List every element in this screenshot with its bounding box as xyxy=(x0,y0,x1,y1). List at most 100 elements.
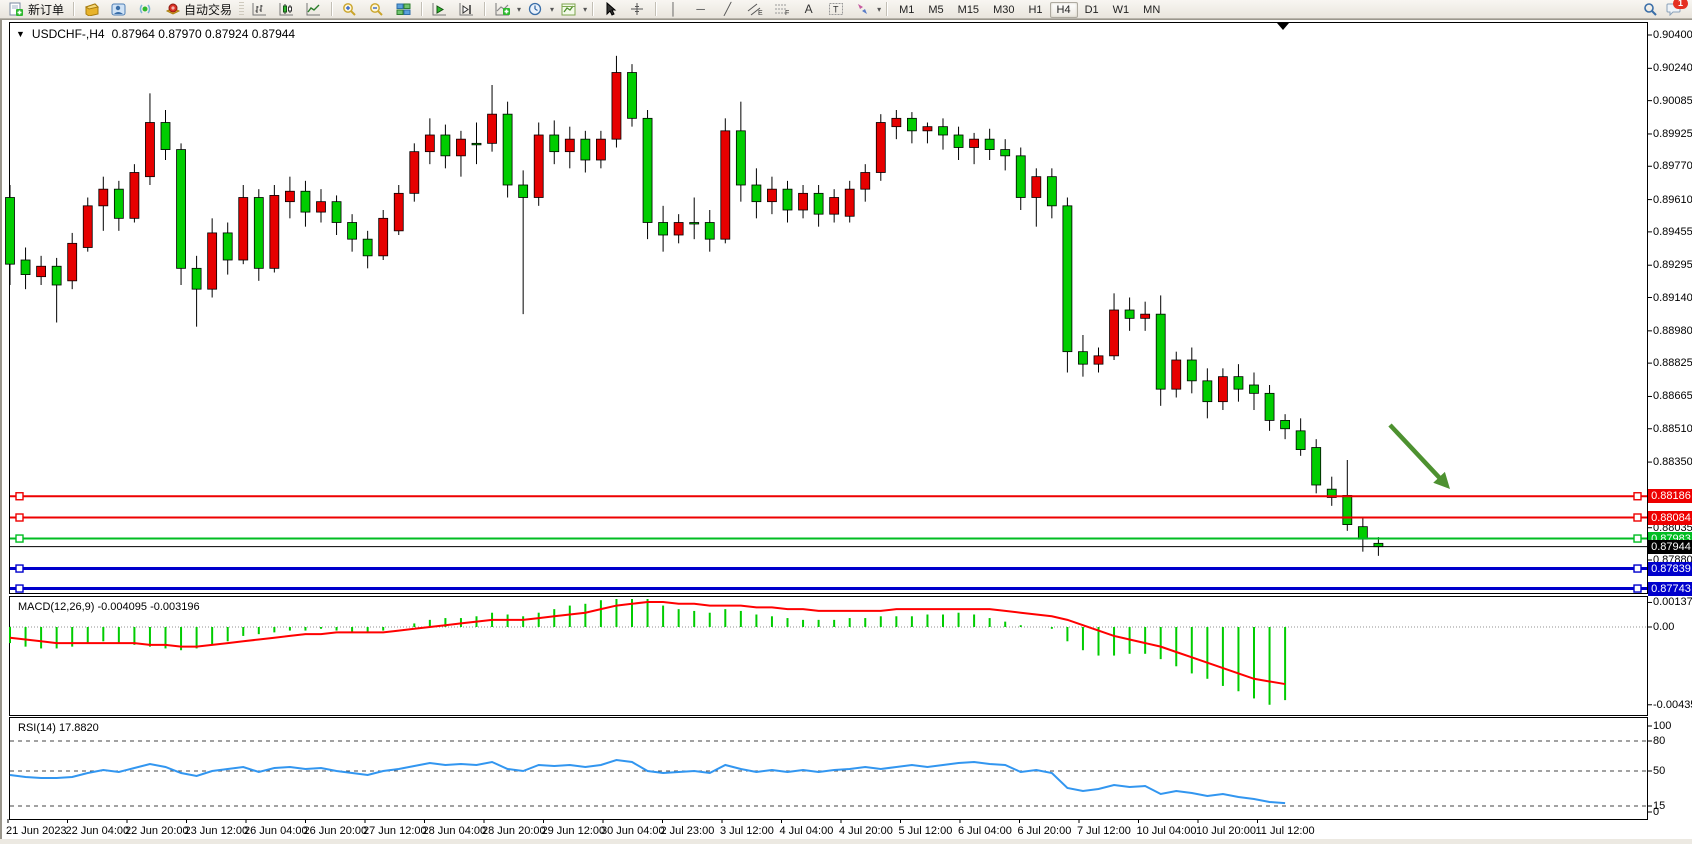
candle xyxy=(534,135,543,198)
time-tick-label: 28 Jun 04:00 xyxy=(423,825,487,837)
time-tick-label: 22 Jun 04:00 xyxy=(66,825,130,837)
candle xyxy=(814,193,823,214)
candle xyxy=(192,268,201,289)
collapse-icon[interactable]: ▼ xyxy=(16,29,25,39)
candle xyxy=(83,206,92,248)
label-tool-icon[interactable]: T xyxy=(823,1,848,18)
candle xyxy=(1281,420,1290,428)
time-tick-label: 26 Jun 04:00 xyxy=(244,825,308,837)
candle xyxy=(581,139,590,160)
candle xyxy=(1063,206,1072,352)
candle xyxy=(1172,360,1181,389)
periods-dropdown-icon[interactable]: ▾ xyxy=(550,5,554,14)
candle xyxy=(1125,310,1134,318)
svg-text:E: E xyxy=(758,10,763,16)
market-watch-icon[interactable] xyxy=(79,1,104,18)
toolbar-grip xyxy=(239,2,244,16)
candle xyxy=(161,123,170,150)
channel-tool-icon[interactable]: E xyxy=(742,1,767,18)
crosshair-tool-icon[interactable] xyxy=(625,1,650,18)
candle xyxy=(565,139,574,152)
arrows-dropdown-icon[interactable]: ▾ xyxy=(877,5,881,14)
timeframe-mn[interactable]: MN xyxy=(1136,2,1167,18)
candle xyxy=(752,185,761,202)
indicators-dropdown-icon[interactable]: ▾ xyxy=(517,5,521,14)
arrows-tool-icon[interactable] xyxy=(850,1,875,18)
timeframe-m15[interactable]: M15 xyxy=(951,2,986,18)
vertical-line-tool-icon[interactable]: │ xyxy=(661,1,686,18)
chart-canvas[interactable] xyxy=(2,20,1692,840)
timeframe-m5[interactable]: M5 xyxy=(921,2,950,18)
candle-chart-type-icon[interactable] xyxy=(274,1,299,18)
chat-icon[interactable]: 1 xyxy=(1665,2,1682,17)
search-icon[interactable] xyxy=(1642,2,1659,17)
candle xyxy=(223,233,232,260)
zoom-in-icon[interactable] xyxy=(337,1,362,18)
time-tick-label: 27 Jun 12:00 xyxy=(363,825,427,837)
time-tick-label: 4 Jul 20:00 xyxy=(839,825,893,837)
candle xyxy=(1156,314,1165,389)
time-tick-label: 29 Jun 12:00 xyxy=(542,825,606,837)
price-tick: 0.88825 xyxy=(1653,357,1692,370)
indicators-icon[interactable] xyxy=(490,1,515,18)
timeframe-h1[interactable]: H1 xyxy=(1021,2,1049,18)
candle xyxy=(1203,381,1212,402)
new-order-button[interactable]: 新订单 xyxy=(4,0,68,18)
candle xyxy=(643,118,652,222)
candle xyxy=(394,193,403,231)
auto-scroll-icon[interactable] xyxy=(427,1,452,18)
svg-text:F: F xyxy=(785,10,789,16)
price-tick: 0.89925 xyxy=(1653,128,1692,141)
trendline-tool-icon[interactable]: ╱ xyxy=(715,1,740,18)
candle xyxy=(845,189,854,216)
periods-clock-icon[interactable] xyxy=(523,1,548,18)
candle xyxy=(907,118,916,131)
price-tick: 0.90085 xyxy=(1653,95,1692,108)
separator xyxy=(481,2,488,16)
horizontal-line-tool-icon[interactable]: ─ xyxy=(688,1,713,18)
chat-badge: 1 xyxy=(1673,0,1688,9)
tile-windows-icon[interactable] xyxy=(391,1,416,18)
autotrading-button[interactable]: 自动交易 xyxy=(160,0,236,18)
timeframe-m30[interactable]: M30 xyxy=(986,2,1021,18)
candle xyxy=(6,198,15,265)
candle xyxy=(970,139,979,147)
separator xyxy=(328,2,335,16)
strategy-tester-icon[interactable] xyxy=(133,1,158,18)
candle xyxy=(472,143,481,145)
cursor-tool-icon[interactable] xyxy=(598,1,623,18)
separator xyxy=(418,2,425,16)
zoom-out-icon[interactable] xyxy=(364,1,389,18)
separator xyxy=(70,2,77,16)
timeframe-w1[interactable]: W1 xyxy=(1106,2,1137,18)
chart-shift-icon[interactable] xyxy=(454,1,479,18)
candle xyxy=(767,189,776,202)
toolbar-right: 1 xyxy=(1642,2,1688,17)
new-order-label: 新订单 xyxy=(28,1,64,18)
fibonacci-tool-icon[interactable]: F xyxy=(769,1,794,18)
time-tick-label: 5 Jul 12:00 xyxy=(899,825,953,837)
candle xyxy=(892,118,901,126)
data-window-icon[interactable] xyxy=(106,1,131,18)
separator xyxy=(652,2,659,16)
bar-chart-type-icon[interactable] xyxy=(247,1,272,18)
macd-axis-label: 0.001375 xyxy=(1653,596,1692,609)
candle xyxy=(270,195,279,268)
candle xyxy=(332,202,341,223)
candle xyxy=(939,127,948,135)
timeframe-m1[interactable]: M1 xyxy=(892,2,921,18)
templates-icon[interactable] xyxy=(556,1,581,18)
text-tool-icon[interactable]: A xyxy=(796,1,821,18)
candle xyxy=(736,131,745,185)
chart-window[interactable]: ▼ USDCHF-,H4 0.87964 0.87970 0.87924 0.8… xyxy=(0,19,1692,839)
timeframe-h4[interactable]: H4 xyxy=(1050,2,1078,18)
candle xyxy=(114,189,123,218)
line-chart-type-icon[interactable] xyxy=(301,1,326,18)
timeframe-d1[interactable]: D1 xyxy=(1078,2,1106,18)
candle xyxy=(799,193,808,210)
candle xyxy=(1374,543,1383,546)
macd-axis-label: 0.00 xyxy=(1653,621,1692,634)
candle xyxy=(208,233,217,289)
candle xyxy=(1094,356,1103,364)
templates-dropdown-icon[interactable]: ▾ xyxy=(583,5,587,14)
